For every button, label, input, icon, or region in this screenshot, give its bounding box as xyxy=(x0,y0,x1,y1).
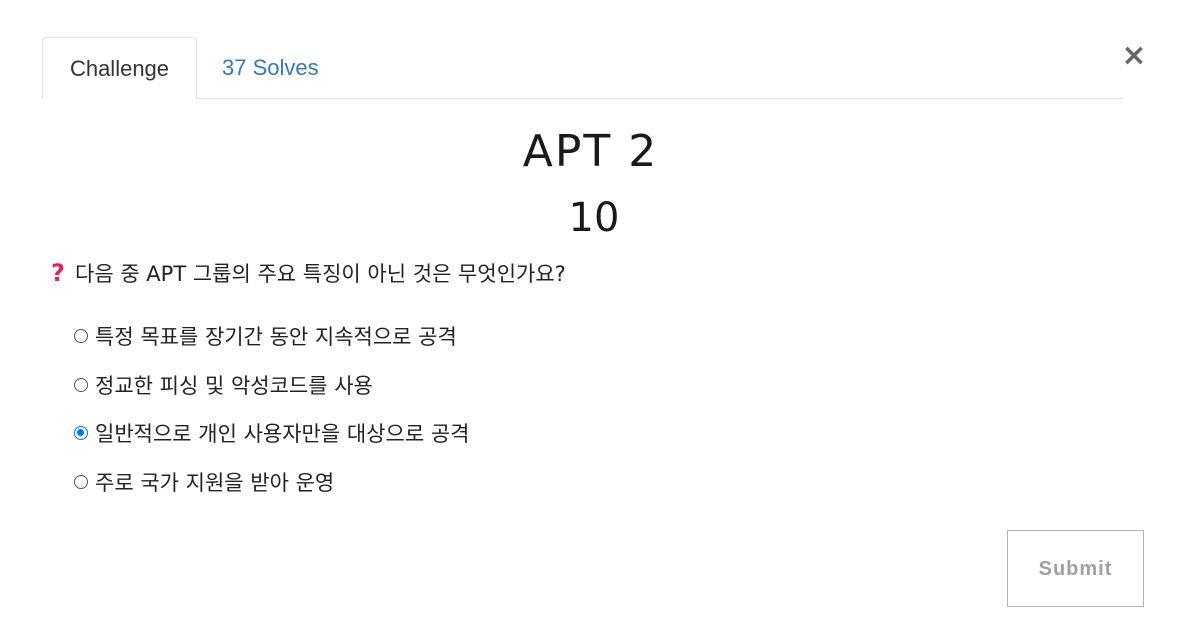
answer-option[interactable]: 주로 국가 지원을 받아 운영 xyxy=(72,458,469,507)
answer-option[interactable]: 일반적으로 개인 사용자만을 대상으로 공격 xyxy=(72,409,469,458)
challenge-name: APT 2 xyxy=(522,126,659,177)
radio-button-selected[interactable] xyxy=(74,426,88,441)
question-text: 다음 중 APT 그룹의 주요 특징이 아닌 것은 무엇인가요? xyxy=(75,262,566,286)
answer-option-label[interactable]: 일반적으로 개인 사용자만을 대상으로 공격 xyxy=(95,418,469,448)
question-mark-icon: ? xyxy=(51,259,65,287)
answer-option[interactable]: 정교한 피싱 및 악성코드를 사용 xyxy=(72,361,469,410)
challenge-modal: × Challenge 37 Solves APT 2 10 ? 다음 중 APT… xyxy=(0,0,1181,622)
tab-bar: Challenge 37 Solves xyxy=(42,37,1123,99)
radio-button[interactable] xyxy=(74,329,88,344)
answer-option-label[interactable]: 주로 국가 지원을 받아 운영 xyxy=(95,467,334,497)
tab-challenge-label: Challenge xyxy=(69,56,170,81)
submit-button[interactable]: Submit xyxy=(1007,530,1144,607)
radio-button[interactable] xyxy=(74,377,88,392)
radio-button[interactable] xyxy=(74,474,88,489)
close-button[interactable]: × xyxy=(1119,38,1149,74)
close-icon[interactable]: × xyxy=(1121,38,1146,73)
challenge-value: 10 xyxy=(568,195,620,241)
answer-option-label[interactable]: 정교한 피싱 및 악성코드를 사용 xyxy=(95,370,373,400)
answer-option[interactable]: 특정 목표를 장기간 동안 지속적으로 공격 xyxy=(72,312,469,361)
answer-options: 특정 목표를 장기간 동안 지속적으로 공격 정교한 피싱 및 악성코드를 사용… xyxy=(72,312,469,506)
answer-option-label[interactable]: 특정 목표를 장기간 동안 지속적으로 공격 xyxy=(95,321,457,351)
tab-solves[interactable]: 37 Solves xyxy=(222,37,319,98)
tab-challenge[interactable]: Challenge xyxy=(42,37,197,99)
question: ? 다음 중 APT 그룹의 주요 특징이 아닌 것은 무엇인가요? xyxy=(47,256,566,290)
tab-solves-label: 37 Solves xyxy=(222,55,319,80)
